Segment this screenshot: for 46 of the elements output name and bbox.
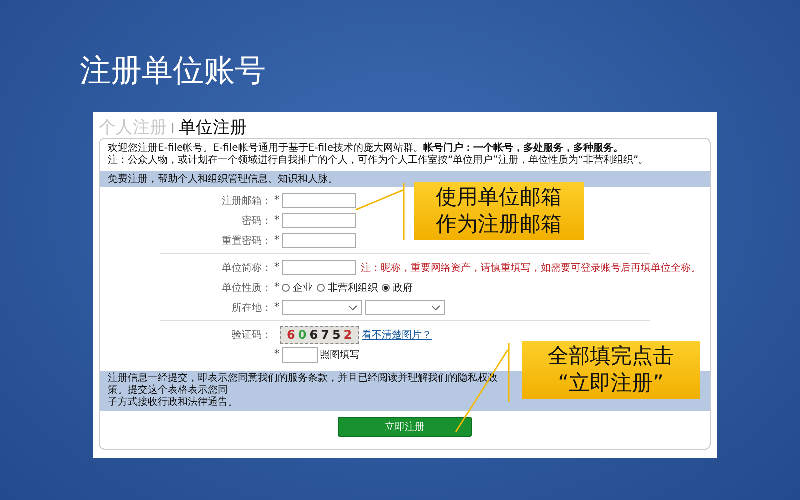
field-label: 重置密码：: [221, 234, 272, 248]
captcha-image: 6 0 6 7 5 2: [280, 326, 360, 344]
callout-text: “立即注册”: [557, 370, 665, 397]
caret-icon: [348, 304, 358, 310]
input-field[interactable]: [282, 260, 356, 275]
leader-line: [355, 182, 405, 241]
callout-text: 作为注册邮箱: [435, 211, 563, 238]
field-hint: 照图填写: [320, 348, 360, 362]
required-mark: *: [274, 215, 280, 226]
required-mark: *: [274, 282, 280, 293]
callout-text: 全部填完点击: [547, 343, 675, 370]
info-text: 免费注册，帮助个人和组织管理信息、知识和人脉。: [108, 174, 338, 185]
field-label: 注册邮箱：: [221, 194, 272, 208]
dropdown[interactable]: [365, 300, 445, 315]
dropdown[interactable]: [282, 300, 362, 315]
radio-button[interactable]: [317, 284, 325, 292]
field-label: 所在地：: [231, 302, 272, 314]
tab[interactable]: 单位注册: [178, 116, 247, 139]
required-mark: *: [274, 235, 280, 246]
required-mark: *: [274, 302, 280, 313]
field-label: 单位性质：: [221, 282, 272, 294]
captcha-input[interactable]: [282, 346, 318, 362]
required-mark: *: [274, 195, 280, 206]
warning-note: 注：昵称，重要网络资产，请慎重填写，如需要可登录账号后再填单位全称。: [361, 262, 701, 274]
submit-button[interactable]: 立即注册: [338, 417, 472, 437]
radio-label: 企业: [293, 282, 313, 294]
input-field[interactable]: [282, 233, 356, 248]
input-field[interactable]: [282, 213, 356, 228]
field-label: 密码：: [241, 214, 272, 228]
slide-title: 注册单位账号: [80, 52, 266, 90]
refresh-captcha-link[interactable]: 看不清楚图片？: [362, 328, 432, 342]
callout-text: 使用单位邮箱: [435, 184, 563, 211]
required-mark: *: [274, 262, 280, 273]
input-field[interactable]: [282, 193, 356, 208]
intro-text: 欢迎您注册E-file帐号。E-file帐号通用于基于E-file技术的庞大网站群。帐号门户：一个帐号，多处服务，多种服务。: [108, 143, 624, 154]
radio-label: 政府: [393, 282, 413, 294]
intro-text: 注：公众人物，或计划在一个领域进行自我推广的个人，可作为个人工作室按“单位用户”注册，单位性质为“非营利组织”。: [108, 155, 650, 167]
radio-button[interactable]: [382, 284, 390, 292]
field-label: 验证码：: [231, 328, 272, 342]
radio-label: 非营利组织: [328, 282, 378, 294]
agreement-text: 子方式接收行政和法律通告。: [108, 397, 239, 409]
required-mark: *: [274, 349, 280, 360]
field-label: 单位简称：: [221, 262, 272, 274]
tab-separator: I: [171, 122, 175, 137]
caret-icon: [431, 304, 441, 310]
radio-button[interactable]: [282, 284, 290, 292]
